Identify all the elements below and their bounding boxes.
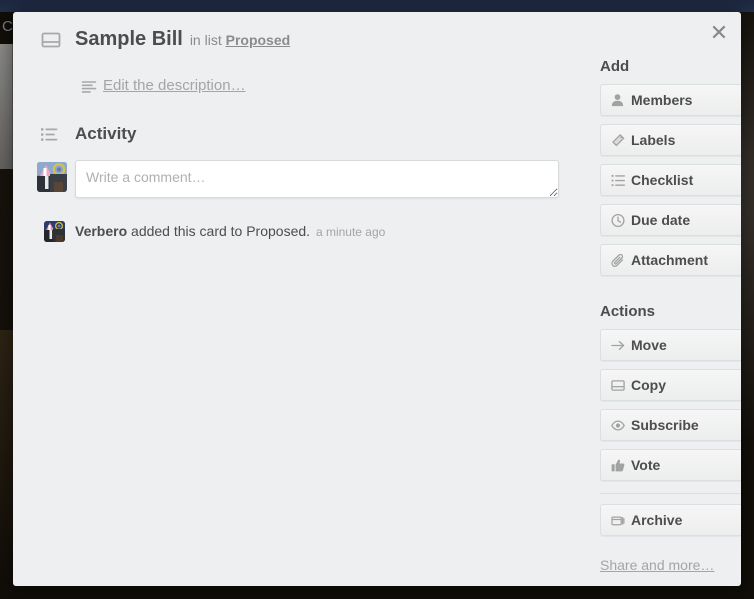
edit-description-link[interactable]: Edit the description…: [103, 77, 246, 94]
card-detail-modal: ✕ Sample Bill in list Proposed Edit the …: [13, 12, 741, 586]
clock-icon: [610, 213, 625, 228]
actions-section-heading: Actions: [600, 303, 656, 320]
paperclip-icon: [610, 253, 625, 268]
tag-icon: [610, 133, 625, 148]
card-icon: [40, 29, 62, 51]
card-main-column: Sample Bill in list Proposed Edit the des…: [13, 12, 588, 243]
subscribe-label: Subscribe: [631, 417, 699, 433]
activity-heading: Activity: [75, 124, 137, 143]
list-name-link[interactable]: Proposed: [226, 32, 291, 48]
description-row: Edit the description…: [13, 77, 588, 99]
subscribe-button[interactable]: Subscribe: [600, 409, 741, 441]
share-and-more-link[interactable]: Share and more…: [600, 557, 714, 573]
archive-label: Archive: [631, 512, 683, 528]
description-icon: [81, 79, 103, 101]
activity-item: Verbero added this card to Proposed. a m…: [13, 221, 588, 243]
archive-icon: [610, 513, 625, 528]
comment-input[interactable]: [75, 160, 559, 198]
move-button[interactable]: Move: [600, 329, 741, 361]
add-labels-label: Labels: [631, 132, 676, 148]
in-list-label: in list Proposed: [190, 32, 290, 48]
board-backdrop-letter: C: [2, 18, 14, 35]
activity-icon: [40, 126, 62, 148]
comment-block: [13, 160, 588, 198]
add-members-button[interactable]: Members: [600, 84, 741, 116]
person-icon: [610, 93, 625, 108]
add-members-label: Members: [631, 92, 693, 108]
activity-heading-row: Activity: [13, 124, 588, 148]
add-section-heading: Add: [600, 58, 630, 75]
card-sidebar: Add Members Labels Checklist Due date At…: [588, 12, 741, 575]
copy-label: Copy: [631, 377, 666, 393]
add-due-date-button[interactable]: Due date: [600, 204, 741, 236]
board-header-bar: [0, 0, 754, 12]
card-icon: [610, 378, 625, 393]
eye-icon: [610, 418, 625, 433]
thumbs-up-icon: [610, 458, 625, 473]
add-labels-button[interactable]: Labels: [600, 124, 741, 156]
arrow-right-icon: [610, 338, 625, 353]
activity-timestamp: a minute ago: [315, 225, 386, 239]
avatar[interactable]: [37, 162, 67, 192]
move-label: Move: [631, 337, 667, 353]
vote-label: Vote: [631, 457, 661, 473]
add-attachment-button[interactable]: Attachment: [600, 244, 741, 276]
checklist-icon: [610, 173, 625, 188]
sidebar-divider: [600, 493, 741, 494]
vote-button[interactable]: Vote: [600, 449, 741, 481]
copy-button[interactable]: Copy: [600, 369, 741, 401]
board-list-column: [0, 44, 13, 169]
avatar[interactable]: [44, 221, 65, 242]
add-checklist-label: Checklist: [631, 172, 694, 188]
add-attachment-label: Attachment: [631, 252, 709, 268]
add-checklist-button[interactable]: Checklist: [600, 164, 741, 196]
activity-actor[interactable]: Verbero: [75, 223, 127, 239]
card-title-row: Sample Bill in list Proposed: [13, 12, 588, 58]
page-title: Sample Bill: [75, 28, 183, 50]
archive-button[interactable]: Archive: [600, 504, 741, 536]
add-due-date-label: Due date: [631, 212, 691, 228]
in-list-prefix: in list: [189, 31, 222, 48]
activity-text: added this card to Proposed.: [131, 223, 311, 239]
